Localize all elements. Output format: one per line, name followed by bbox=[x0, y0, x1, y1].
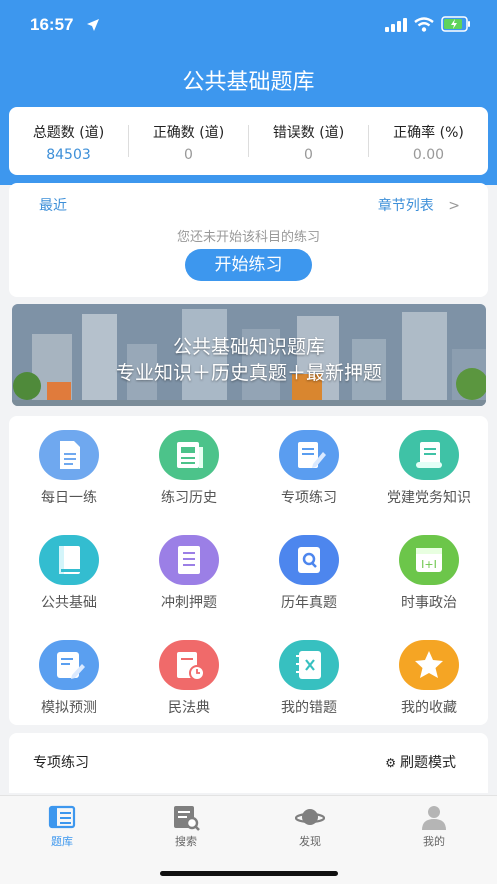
stat-accuracy: 正确率 (%) 0.00 bbox=[369, 107, 488, 175]
grid-item-current-affairs[interactable]: I+I 时事政治 bbox=[369, 521, 489, 611]
grid-label: 历年真题 bbox=[281, 595, 337, 611]
practice-mode-label: 刷题模式 bbox=[400, 755, 456, 771]
book-icon bbox=[39, 535, 99, 585]
special-practice-section: 专项练习 ⚙ 刷题模式 bbox=[9, 733, 488, 793]
clock-doc-icon bbox=[159, 640, 219, 690]
start-practice-button[interactable]: 开始练习 bbox=[185, 249, 312, 281]
status-bar: 16:57 bbox=[0, 0, 497, 50]
grid-label: 民法典 bbox=[168, 700, 210, 716]
stat-value: 0.00 bbox=[412, 147, 445, 163]
banner-subtitle: 专业知识＋历史真题＋最新押题 bbox=[115, 362, 382, 384]
tab-label: 我的 bbox=[423, 835, 445, 848]
grid-label: 冲刺押题 bbox=[161, 595, 217, 611]
stat-label: 错误数 (道) bbox=[272, 125, 345, 141]
grid-label: 党建党务知识 bbox=[387, 490, 471, 506]
tab-label: 发现 bbox=[299, 835, 321, 848]
document-icon bbox=[39, 430, 99, 480]
banner-title: 公共基础知识题库 bbox=[172, 336, 325, 358]
svg-text:I+I: I+I bbox=[421, 558, 437, 571]
stat-correct: 正确数 (道) 0 bbox=[129, 107, 248, 175]
stat-wrong: 错误数 (道) 0 bbox=[249, 107, 368, 175]
stat-value: 0 bbox=[184, 147, 193, 163]
section-title: 专项练习 bbox=[33, 755, 89, 771]
chapter-list-link[interactable]: 章节列表 > bbox=[378, 195, 460, 215]
gear-icon: ⚙ bbox=[385, 756, 396, 770]
grid-item-my-wrong-questions[interactable]: 我的错题 bbox=[249, 626, 369, 716]
calendar-icon: I+I bbox=[399, 535, 459, 585]
stat-label: 正确数 (道) bbox=[152, 125, 225, 141]
grid-item-sprint-questions[interactable]: 冲刺押题 bbox=[129, 521, 249, 611]
grid-item-mock-prediction[interactable]: 模拟预测 bbox=[9, 626, 129, 716]
chapter-list-label: 章节列表 bbox=[377, 198, 434, 214]
search-doc-icon bbox=[279, 535, 339, 585]
planet-icon bbox=[295, 809, 325, 825]
battery-icon bbox=[441, 16, 470, 32]
grid-label: 练习历史 bbox=[161, 490, 217, 506]
tab-search[interactable]: 搜索 bbox=[124, 796, 248, 856]
grid-label: 公共基础 bbox=[41, 595, 97, 611]
grid-label: 我的收藏 bbox=[401, 700, 457, 716]
notes-icon bbox=[279, 430, 339, 480]
chevron-right-icon: > bbox=[448, 198, 460, 214]
grid-label: 模拟预测 bbox=[41, 700, 97, 716]
grid-label: 专项练习 bbox=[281, 490, 337, 506]
recent-label: 最近 bbox=[39, 198, 67, 214]
search-icon bbox=[174, 806, 200, 831]
grid-item-practice-history[interactable]: 练习历史 bbox=[129, 416, 249, 506]
home-indicator bbox=[160, 871, 338, 876]
edit-icon bbox=[39, 640, 99, 690]
wifi-icon bbox=[414, 17, 434, 32]
list-icon bbox=[159, 535, 219, 585]
grid-label: 每日一练 bbox=[41, 490, 97, 506]
stat-value: 84503 bbox=[46, 147, 91, 163]
feature-grid: 每日一练 练习历史 专项练习 党建党务知识 公共基础 冲刺押题 历年真题 I+I… bbox=[9, 416, 488, 725]
grid-item-party-knowledge[interactable]: 党建党务知识 bbox=[369, 416, 489, 506]
tab-label: 搜索 bbox=[175, 835, 197, 848]
tab-discover[interactable]: 发现 bbox=[248, 796, 372, 856]
recent-card: 最近 章节列表 > 您还未开始该科目的练习 开始练习 bbox=[9, 183, 488, 297]
promo-banner[interactable]: 公共基础知识题库 专业知识＋历史真题＋最新押题 bbox=[12, 304, 486, 406]
grid-item-my-favorites[interactable]: 我的收藏 bbox=[369, 626, 489, 716]
grid-label: 时事政治 bbox=[401, 595, 457, 611]
wrong-notebook-icon bbox=[279, 640, 339, 690]
stat-label: 正确率 (%) bbox=[393, 125, 464, 141]
grid-item-daily-practice[interactable]: 每日一练 bbox=[9, 416, 129, 506]
star-icon bbox=[399, 640, 459, 690]
tab-library[interactable]: 题库 bbox=[0, 796, 124, 856]
grid-item-past-exams[interactable]: 历年真题 bbox=[249, 521, 369, 611]
grid-item-civil-code[interactable]: 民法典 bbox=[129, 626, 249, 716]
grid-item-public-basics[interactable]: 公共基础 bbox=[9, 521, 129, 611]
empty-practice-message: 您还未开始该科目的练习 bbox=[176, 230, 320, 245]
page-title: 公共基础题库 bbox=[182, 70, 315, 95]
stat-total: 总题数 (道) 84503 bbox=[9, 107, 128, 175]
tab-label: 题库 bbox=[51, 835, 73, 848]
location-arrow-icon bbox=[87, 19, 99, 31]
tab-profile[interactable]: 我的 bbox=[372, 796, 496, 856]
signal-icon bbox=[385, 18, 407, 32]
stats-card: 总题数 (道) 84503 正确数 (道) 0 错误数 (道) 0 正确率 (%… bbox=[9, 107, 488, 175]
library-icon bbox=[48, 805, 76, 829]
status-time: 16:57 bbox=[30, 15, 74, 34]
grid-item-special-practice[interactable]: 专项练习 bbox=[249, 416, 369, 506]
stat-label: 总题数 (道) bbox=[32, 125, 105, 141]
stat-value: 0 bbox=[304, 147, 313, 163]
practice-mode-button[interactable]: ⚙ 刷题模式 bbox=[385, 752, 456, 772]
user-icon bbox=[422, 806, 446, 830]
newspaper-icon bbox=[159, 430, 219, 480]
scroll-icon bbox=[399, 430, 459, 480]
grid-label: 我的错题 bbox=[281, 700, 337, 716]
